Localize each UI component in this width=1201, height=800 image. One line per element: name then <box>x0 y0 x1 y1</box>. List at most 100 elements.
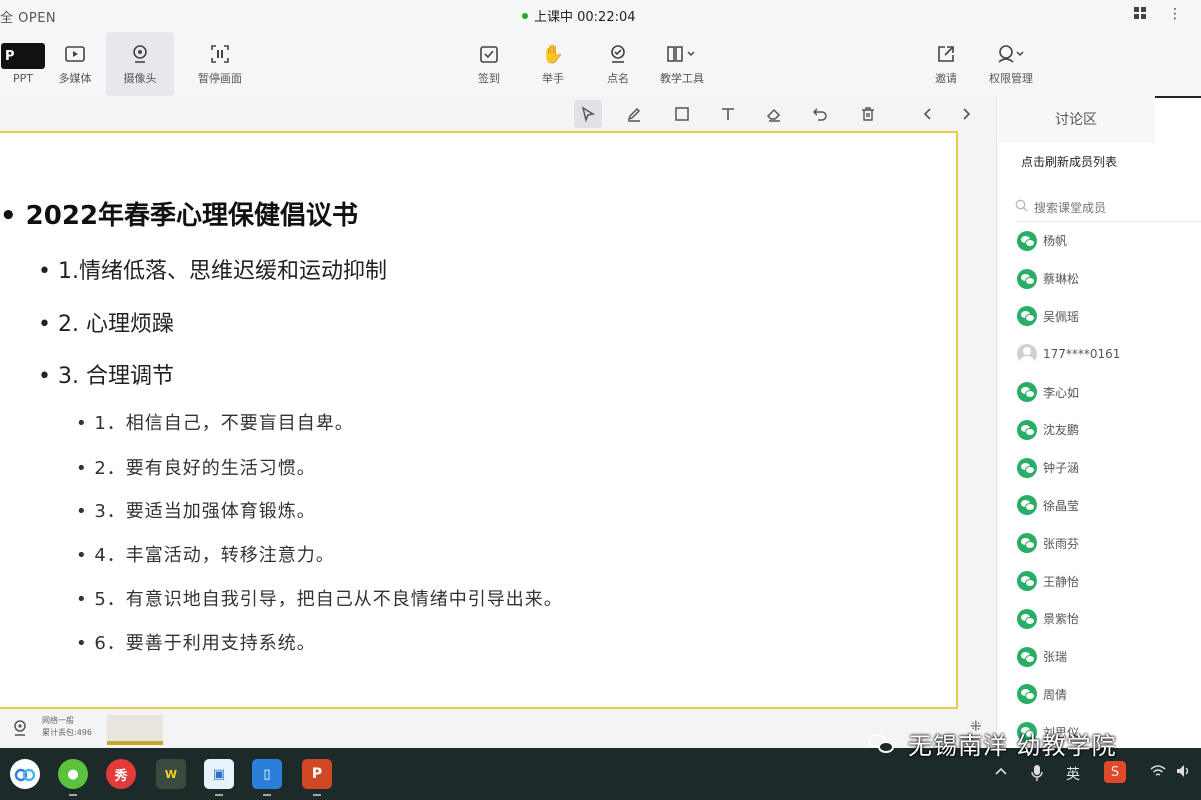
video-thumbnail[interactable] <box>107 715 163 745</box>
member-name: 李心如 <box>1043 385 1080 400</box>
classroom-app-icon[interactable]: ▣ <box>204 759 234 789</box>
pdf-app-icon[interactable]: 秀 <box>106 759 136 789</box>
baidu-netdisk-icon[interactable] <box>10 759 40 789</box>
wechat-icon <box>1017 306 1037 327</box>
wechat-icon <box>1017 419 1037 440</box>
undo-icon[interactable] <box>806 100 834 128</box>
member-name: 张雨芬 <box>1043 536 1080 551</box>
rectangle-icon[interactable] <box>668 100 696 128</box>
tab-discussion[interactable]: 讨论区 <box>997 96 1155 142</box>
list-item[interactable]: 沈友鹏 <box>1017 411 1197 449</box>
member-name: 沈友鹏 <box>1043 423 1080 438</box>
camera-icon <box>128 42 152 66</box>
pen-icon[interactable] <box>620 100 648 128</box>
slide-subpoint: • 2．要有良好的生活习惯。 <box>76 458 316 479</box>
raise-hand-button[interactable]: ✋ 举手 <box>534 32 572 96</box>
list-item[interactable]: 吴佩瑶 <box>1017 298 1197 336</box>
member-name: 吴佩瑶 <box>1043 309 1080 324</box>
eraser-icon[interactable] <box>760 100 788 128</box>
watermark-text: 无锡南洋 幼教学院 <box>908 732 1117 760</box>
ime-label[interactable]: 英 <box>1066 764 1080 784</box>
slide-canvas[interactable]: • 2022年春季心理保健倡议书 • 1.情绪低落、思维迟缓和运动抑制 • 2.… <box>0 131 958 709</box>
running-indicator <box>215 794 223 796</box>
wps-app-icon[interactable]: W <box>156 759 186 789</box>
tablet-app-icon[interactable]: ▯ <box>252 759 282 789</box>
list-item[interactable]: 王静怡 <box>1017 562 1197 600</box>
powerpoint-app-icon[interactable]: P <box>302 759 332 789</box>
play-icon <box>63 42 87 66</box>
main-toolbar: P PPT 多媒体 摄像头 暂停画面 签到 ✋ 举手 点名 教学工具 邀请 权限… <box>0 32 1201 96</box>
network-info: 网络一般 累计丢包:496 <box>42 715 92 739</box>
prev-page-icon[interactable] <box>914 100 942 128</box>
multimedia-label: 多媒体 <box>58 72 92 85</box>
raise-hand-label: 举手 <box>542 72 564 85</box>
sogou-icon[interactable]: S <box>1104 761 1126 783</box>
member-name: 杨帆 <box>1043 234 1068 249</box>
pause-screen-icon <box>208 42 232 66</box>
list-item[interactable]: 张雨芬 <box>1017 524 1197 562</box>
wechat-icon <box>1017 684 1037 705</box>
member-search-input[interactable] <box>1034 200 1184 215</box>
signin-button[interactable]: 签到 <box>470 32 508 96</box>
running-indicator <box>263 794 271 796</box>
list-item[interactable]: 钟子涵 <box>1017 449 1197 487</box>
wechat-app-icon[interactable]: ● <box>58 759 88 789</box>
slide-point: • 3. 合理调节 <box>38 364 174 389</box>
teaching-tools-icon <box>664 42 700 66</box>
list-item[interactable]: 蔡琳松 <box>1017 260 1197 298</box>
permissions-label: 权限管理 <box>989 72 1033 85</box>
roll-call-label: 点名 <box>607 72 629 85</box>
hand-icon: ✋ <box>541 43 565 65</box>
list-item[interactable]: 张瑞 <box>1017 638 1197 676</box>
volume-icon[interactable] <box>1176 764 1192 782</box>
wechat-watermark-icon <box>868 732 898 756</box>
microphone-icon[interactable] <box>1031 764 1043 786</box>
more-vertical-icon[interactable]: ⋮ <box>1168 6 1182 22</box>
multimedia-button[interactable]: 多媒体 <box>52 32 98 96</box>
wechat-icon <box>1017 382 1037 403</box>
running-indicator <box>69 794 77 796</box>
slide-subpoint: • 6．要善于利用支持系统。 <box>76 633 316 654</box>
invite-button[interactable]: 邀请 <box>927 32 965 96</box>
grid-icon[interactable] <box>1133 6 1147 24</box>
class-status-text: 上课中 00:22:04 <box>534 10 636 25</box>
search-icon <box>1015 199 1028 216</box>
text-icon[interactable] <box>714 100 742 128</box>
chevron-up-icon[interactable] <box>995 764 1007 780</box>
ppt-label: PPT <box>13 72 33 85</box>
member-name: 177****0161 <box>1043 347 1121 362</box>
watermark: 无锡南洋 幼教学院 <box>868 726 1117 761</box>
teaching-tools-button[interactable]: 教学工具 <box>652 32 712 96</box>
next-page-icon[interactable] <box>952 100 980 128</box>
list-item[interactable]: 177****0161 <box>1017 335 1197 373</box>
member-name: 周倩 <box>1043 687 1068 702</box>
app-name: 全 OPEN <box>0 11 57 26</box>
member-name: 蔡琳松 <box>1043 272 1080 287</box>
tab-members[interactable] <box>1155 96 1201 142</box>
title-bar: 全 OPEN 上课中 00:22:04 ⋮ <box>0 0 1201 32</box>
list-item[interactable]: 徐晶莹 <box>1017 487 1197 525</box>
packet-loss: 累计丢包:496 <box>42 728 92 737</box>
permissions-button[interactable]: 权限管理 <box>982 32 1040 96</box>
member-search[interactable] <box>1015 194 1201 222</box>
location-icon[interactable] <box>12 719 28 741</box>
wechat-icon <box>1017 646 1037 667</box>
delete-icon[interactable] <box>854 100 882 128</box>
list-item[interactable]: 李心如 <box>1017 373 1197 411</box>
class-status: 上课中 00:22:04 <box>522 6 636 25</box>
refresh-members-link[interactable]: 点击刷新成员列表 <box>1021 153 1117 170</box>
wifi-icon[interactable] <box>1150 764 1166 782</box>
network-quality: 网络一般 <box>42 716 74 725</box>
slide-subpoint: • 5．有意识地自我引导，把自己从不良情绪中引导出来。 <box>76 589 563 610</box>
list-item[interactable]: 杨帆 <box>1017 222 1197 260</box>
roll-call-button[interactable]: 点名 <box>599 32 637 96</box>
camera-button[interactable]: 摄像头 <box>106 32 174 96</box>
pointer-icon[interactable] <box>574 100 602 128</box>
ppt-button[interactable]: P PPT <box>0 32 46 96</box>
pause-screen-button[interactable]: 暂停画面 <box>190 32 250 96</box>
list-item[interactable]: 景紫怡 <box>1017 600 1197 638</box>
network-status-bar: 网络一般 累计丢包:496 ⁜ <box>0 711 996 747</box>
list-item[interactable]: 周倩 <box>1017 676 1197 714</box>
wechat-icon <box>1017 230 1037 251</box>
slide-subpoint: • 4．丰富活动，转移注意力。 <box>76 545 335 566</box>
